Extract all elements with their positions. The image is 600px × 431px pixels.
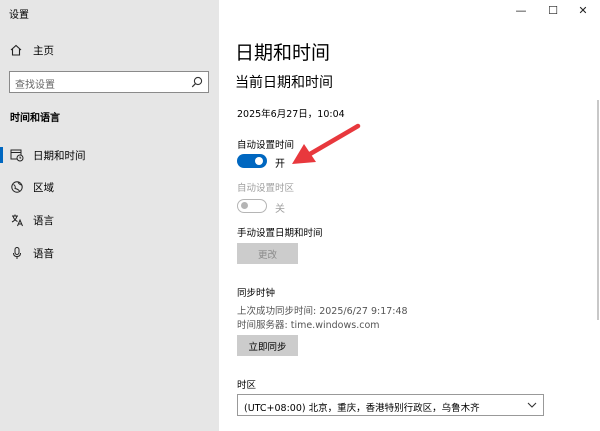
minimize-button[interactable]: —	[506, 2, 536, 18]
change-button[interactable]: 更改	[237, 243, 298, 264]
section-title-current-datetime: 当前日期和时间	[235, 75, 333, 91]
sync-now-button[interactable]: 立即同步	[237, 335, 298, 356]
annotation-arrow-icon	[292, 123, 361, 164]
microphone-icon	[13, 247, 21, 259]
home-link[interactable]: 主页	[10, 42, 54, 58]
auto-time-state: 开	[275, 159, 285, 170]
calendar-clock-icon	[10, 149, 24, 162]
auto-time-toggle[interactable]	[237, 154, 267, 168]
home-icon	[10, 44, 22, 56]
sidebar-item-region[interactable]: 区域	[0, 177, 219, 197]
timezone-select[interactable]: (UTC+08:00) 北京，重庆，香港特别行政区，乌鲁木齐	[237, 394, 544, 416]
active-indicator	[0, 147, 3, 163]
sidebar-item-label: 日期和时间	[33, 150, 86, 162]
search-placeholder: 查找设置	[15, 80, 55, 91]
sidebar-item-speech[interactable]: 语音	[0, 243, 219, 263]
sidebar-section-title: 时间和语言	[10, 113, 60, 124]
close-button[interactable]: ✕	[568, 2, 598, 18]
timezone-label: 时区	[237, 380, 257, 391]
scrollbar[interactable]	[597, 100, 599, 320]
page-title: 日期和时间	[235, 42, 331, 64]
search-input[interactable]: 查找设置	[9, 71, 209, 93]
sidebar-item-label: 区域	[33, 182, 54, 194]
last-sync-text: 上次成功同步时间: 2025/6/27 9:17:48	[237, 306, 408, 317]
sidebar-item-label: 语音	[33, 248, 54, 260]
sidebar-item-label: 语言	[33, 215, 54, 227]
maximize-button[interactable]: ☐	[538, 2, 568, 18]
auto-timezone-label: 自动设置时区	[237, 183, 295, 194]
language-icon	[11, 214, 23, 227]
toggle-knob	[255, 157, 263, 165]
sidebar-item-date-time[interactable]: 日期和时间	[0, 145, 219, 165]
chevron-down-icon	[527, 402, 537, 408]
time-server-text: 时间服务器: time.windows.com	[237, 320, 380, 331]
home-label: 主页	[33, 44, 54, 57]
sync-clock-title: 同步时钟	[237, 288, 276, 299]
main-content: 日期和时间 当前日期和时间 2025年6月27日，10:04 自动设置时间 开 …	[219, 0, 600, 431]
auto-timezone-toggle[interactable]	[237, 199, 267, 213]
current-datetime: 2025年6月27日，10:04	[237, 109, 345, 120]
auto-time-label: 自动设置时间	[237, 140, 295, 151]
window-title: 设置	[9, 10, 29, 21]
toggle-knob	[241, 202, 248, 209]
timezone-value: (UTC+08:00) 北京，重庆，香港特别行政区，乌鲁木齐	[244, 403, 480, 414]
sidebar: 设置 主页 查找设置 时间和语言 日期和时间 区域 语言 语音	[0, 0, 219, 431]
search-icon[interactable]	[191, 76, 203, 88]
manual-datetime-label: 手动设置日期和时间	[237, 228, 323, 239]
globe-icon	[11, 181, 23, 193]
sidebar-item-language[interactable]: 语言	[0, 210, 219, 230]
auto-timezone-state: 关	[275, 204, 285, 215]
